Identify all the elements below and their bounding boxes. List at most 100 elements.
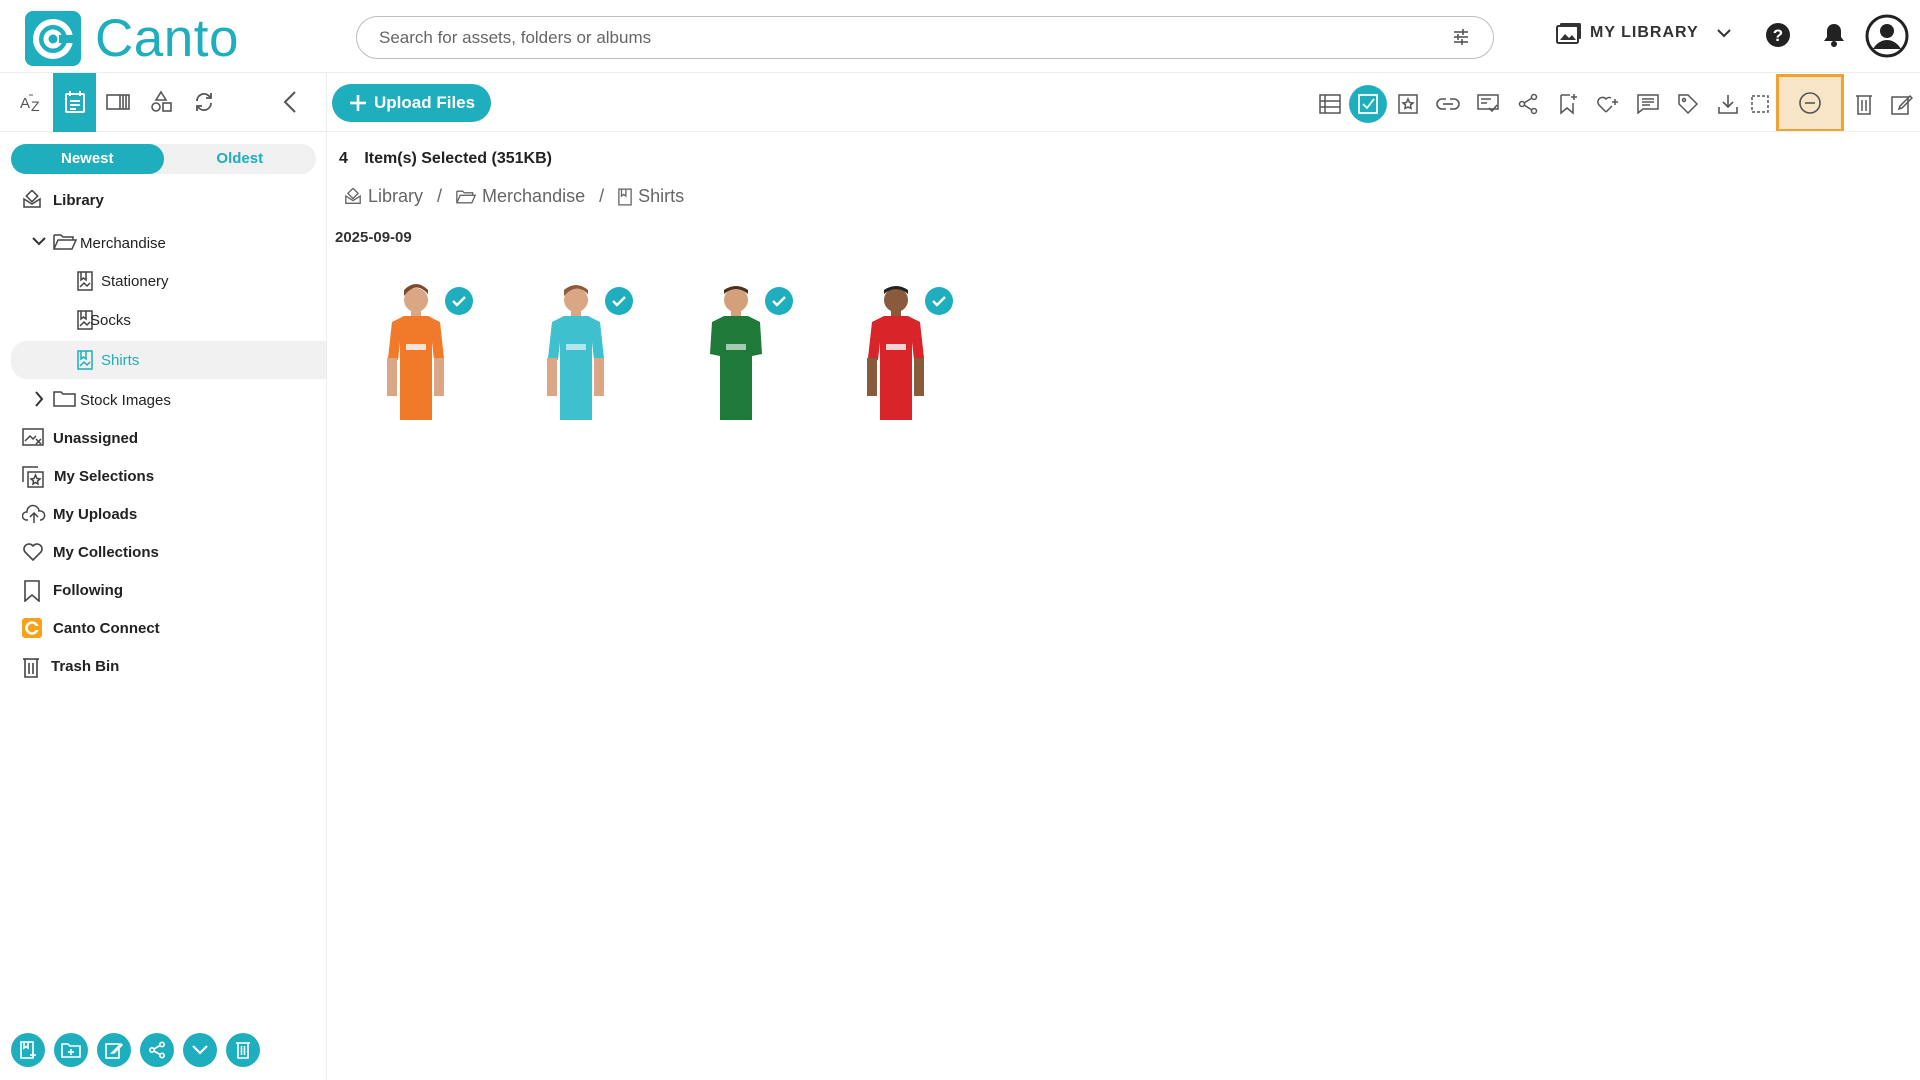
asset-thumbnail[interactable] [690,276,800,426]
album-icon[interactable] [96,73,139,132]
list-view-icon[interactable] [1310,84,1350,124]
tree-label: Stock Images [80,392,171,409]
tree-item-socks[interactable]: Socks [0,301,326,339]
tree-label: Library [53,192,104,209]
select-all-icon[interactable] [1348,84,1388,124]
section-my-selections[interactable]: My Selections [0,457,326,495]
section-trash-bin[interactable]: Trash Bin [0,647,326,685]
comment-icon[interactable] [1628,84,1668,124]
shapes-icon[interactable] [139,73,182,132]
my-library-dropdown[interactable]: MY LIBRARY [1556,22,1731,44]
album-page-icon [77,350,93,370]
section-label: Trash Bin [51,658,120,675]
sort-oldest-button[interactable]: Oldest [164,144,317,174]
add-to-selection-icon[interactable] [1388,84,1428,124]
sync-icon[interactable] [182,73,225,132]
sort-newest-button[interactable]: Newest [11,144,164,174]
sidebar-view-tools: AZ [0,72,326,132]
upload-files-button[interactable]: Upload Files [332,84,491,122]
section-label: Canto Connect [53,620,160,637]
trash-icon [22,656,40,678]
tag-icon[interactable] [1668,84,1708,124]
asset-thumbnail[interactable] [370,276,480,426]
asset-thumbnail[interactable] [850,276,960,426]
section-my-collections[interactable]: My Collections [0,533,326,571]
section-label: My Uploads [53,506,138,523]
my-library-label: MY LIBRARY [1590,24,1699,41]
folder-icon [53,390,77,408]
tree-label: Merchandise [80,235,166,252]
edit-icon[interactable] [1882,84,1920,124]
filter-icon[interactable] [1451,27,1471,47]
canto-logo[interactable]: Canto [25,11,239,66]
selection-info: 4 Item(s) Selected (351KB) [339,150,552,168]
svg-text:?: ? [1773,26,1783,45]
breadcrumb: Library / Merchandise / Shirts [344,186,684,207]
chevron-down-icon [1716,28,1731,38]
user-avatar-icon[interactable] [1865,14,1909,58]
sort-alpha-icon[interactable]: AZ [10,73,53,132]
remove-from-album-icon[interactable] [1776,74,1844,132]
canto-logo-mark [25,11,81,66]
selected-check-icon[interactable] [925,287,953,315]
plus-icon [348,93,368,113]
folder-icon [456,189,477,205]
share-button[interactable] [140,1033,174,1067]
breadcrumb-shirts[interactable]: Shirts [638,186,684,207]
new-folder-button[interactable] [54,1033,88,1067]
tree-item-library[interactable]: Library [0,181,326,219]
collapse-sidebar-icon[interactable] [282,90,298,114]
selected-check-icon[interactable] [765,287,793,315]
section-canto-connect[interactable]: Canto Connect [0,609,326,647]
heart-add-icon[interactable] [1588,84,1628,124]
trash-icon[interactable] [1844,84,1884,124]
section-my-uploads[interactable]: My Uploads [0,495,326,533]
section-label: My Selections [54,468,155,485]
chevron-right-icon[interactable] [34,391,44,407]
delete-button[interactable] [226,1033,260,1067]
svg-text:A: A [20,95,30,112]
chevron-down-icon[interactable] [32,236,46,246]
sort-toggle: Newest Oldest [11,144,316,174]
selected-check-icon[interactable] [605,287,633,315]
share-icon[interactable] [1508,84,1548,124]
section-label: Following [53,582,123,599]
asset-thumbnail[interactable] [530,276,640,426]
unassigned-icon [22,428,44,446]
edit-button[interactable] [97,1033,131,1067]
approve-icon[interactable] [1468,84,1508,124]
library-icon [344,187,362,206]
date-group-heading: 2025-09-09 [335,229,412,246]
calendar-icon[interactable] [53,72,96,132]
selection-count: 4 [339,150,348,167]
breadcrumb-library[interactable]: Library [368,186,423,207]
tree-item-shirts[interactable]: Shirts [11,341,326,379]
upload-files-label: Upload Files [374,93,476,112]
tree-item-stock-images[interactable]: Stock Images [0,381,326,419]
bookmark-add-icon[interactable] [1548,84,1588,124]
tree-item-stationery[interactable]: Stationery [0,262,326,300]
selected-check-icon[interactable] [445,287,473,315]
folder-open-icon [53,233,77,251]
expand-button[interactable] [183,1033,217,1067]
tree-label: Stationery [101,273,169,290]
search-bar[interactable] [356,16,1494,59]
album-page-icon [618,187,632,206]
bookmark-icon [23,580,41,602]
library-images-icon [1556,22,1582,44]
tree-item-merchandise[interactable]: Merchandise [0,224,326,262]
new-album-button[interactable] [11,1033,45,1067]
canto-connect-icon [22,618,42,638]
bell-icon[interactable] [1822,22,1846,48]
search-input[interactable] [379,17,1419,58]
breadcrumb-merchandise[interactable]: Merchandise [482,186,585,207]
top-header: Canto MY LIBRARY ? [0,0,1920,73]
section-unassigned[interactable]: Unassigned [0,419,326,457]
section-following[interactable]: Following [0,571,326,609]
link-icon[interactable] [1428,84,1468,124]
deselect-icon[interactable] [1740,84,1780,124]
svg-text:Z: Z [31,98,40,113]
library-icon [22,190,42,210]
help-icon[interactable]: ? [1765,22,1791,48]
tree-label: Shirts [101,352,140,369]
